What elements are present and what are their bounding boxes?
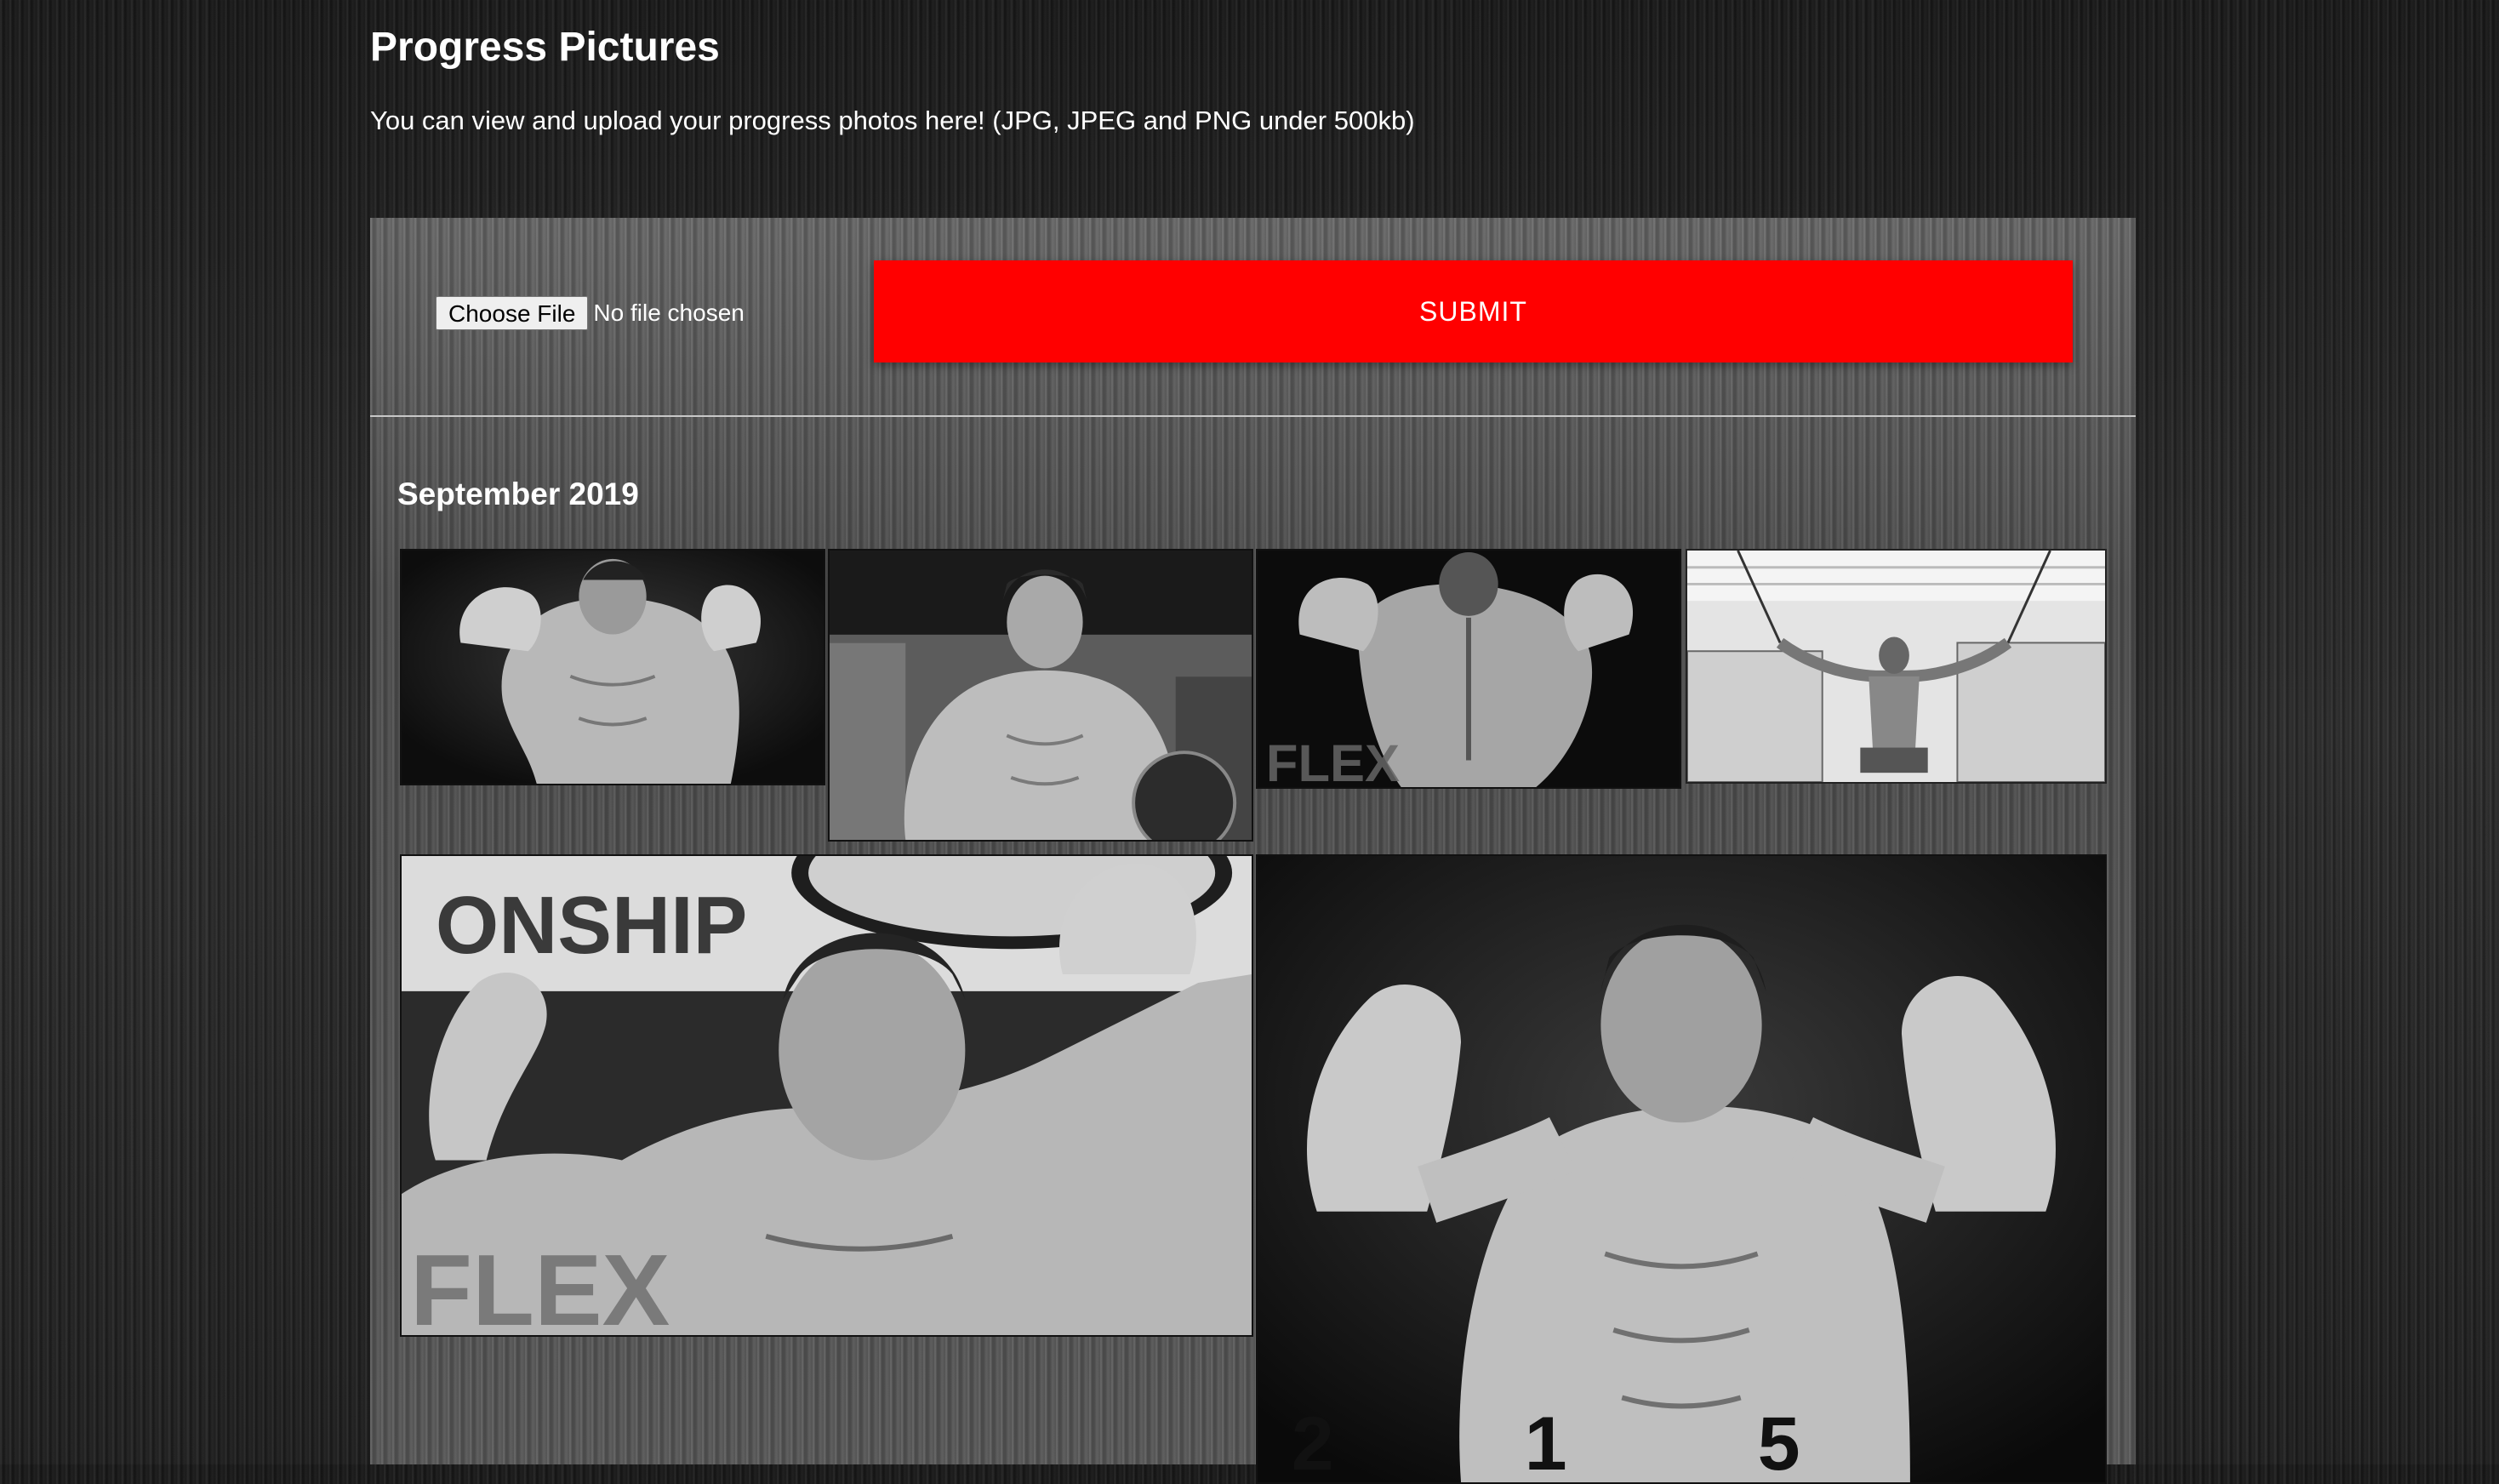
photo-1-image xyxy=(402,551,824,784)
photo-5-banner: ONSHIP xyxy=(436,881,748,971)
progress-photo-5[interactable]: ONSHIP FLEX xyxy=(400,854,1253,1337)
choose-file-button[interactable]: Choose File xyxy=(436,296,589,330)
photo-6-image: 2 1 5 xyxy=(1258,856,2105,1482)
submit-button[interactable]: SUBMIT xyxy=(874,260,2073,362)
photo-5-image: ONSHIP FLEX xyxy=(402,856,1252,1335)
divider xyxy=(370,415,2136,417)
photo-2-image xyxy=(830,551,1252,840)
page-subtitle: You can view and upload your progress ph… xyxy=(370,106,1415,135)
upload-form: Choose File No file chosen SUBMIT xyxy=(370,218,2136,416)
progress-photo-1[interactable] xyxy=(400,549,825,785)
progress-photo-3[interactable]: FLEX xyxy=(1256,549,1681,789)
progress-photo-2[interactable] xyxy=(828,549,1253,842)
progress-photo-4[interactable] xyxy=(1686,549,2107,784)
photo-6-numbers: 2 1 5 xyxy=(1292,1401,1800,1482)
photo-3-watermark: FLEX xyxy=(1266,733,1400,787)
page-title: Progress Pictures xyxy=(370,25,720,70)
file-status: No file chosen xyxy=(593,300,745,326)
progress-panel: Choose File No file chosen SUBMIT Septem… xyxy=(370,218,2136,1484)
photo-3-image: FLEX xyxy=(1258,551,1680,787)
month-title: September 2019 xyxy=(397,477,639,511)
file-input[interactable]: Choose File No file chosen xyxy=(436,295,745,331)
photo-4-image xyxy=(1687,551,2105,782)
photo-5-watermark: FLEX xyxy=(410,1234,670,1335)
progress-photo-6[interactable]: 2 1 5 xyxy=(1256,854,2107,1484)
